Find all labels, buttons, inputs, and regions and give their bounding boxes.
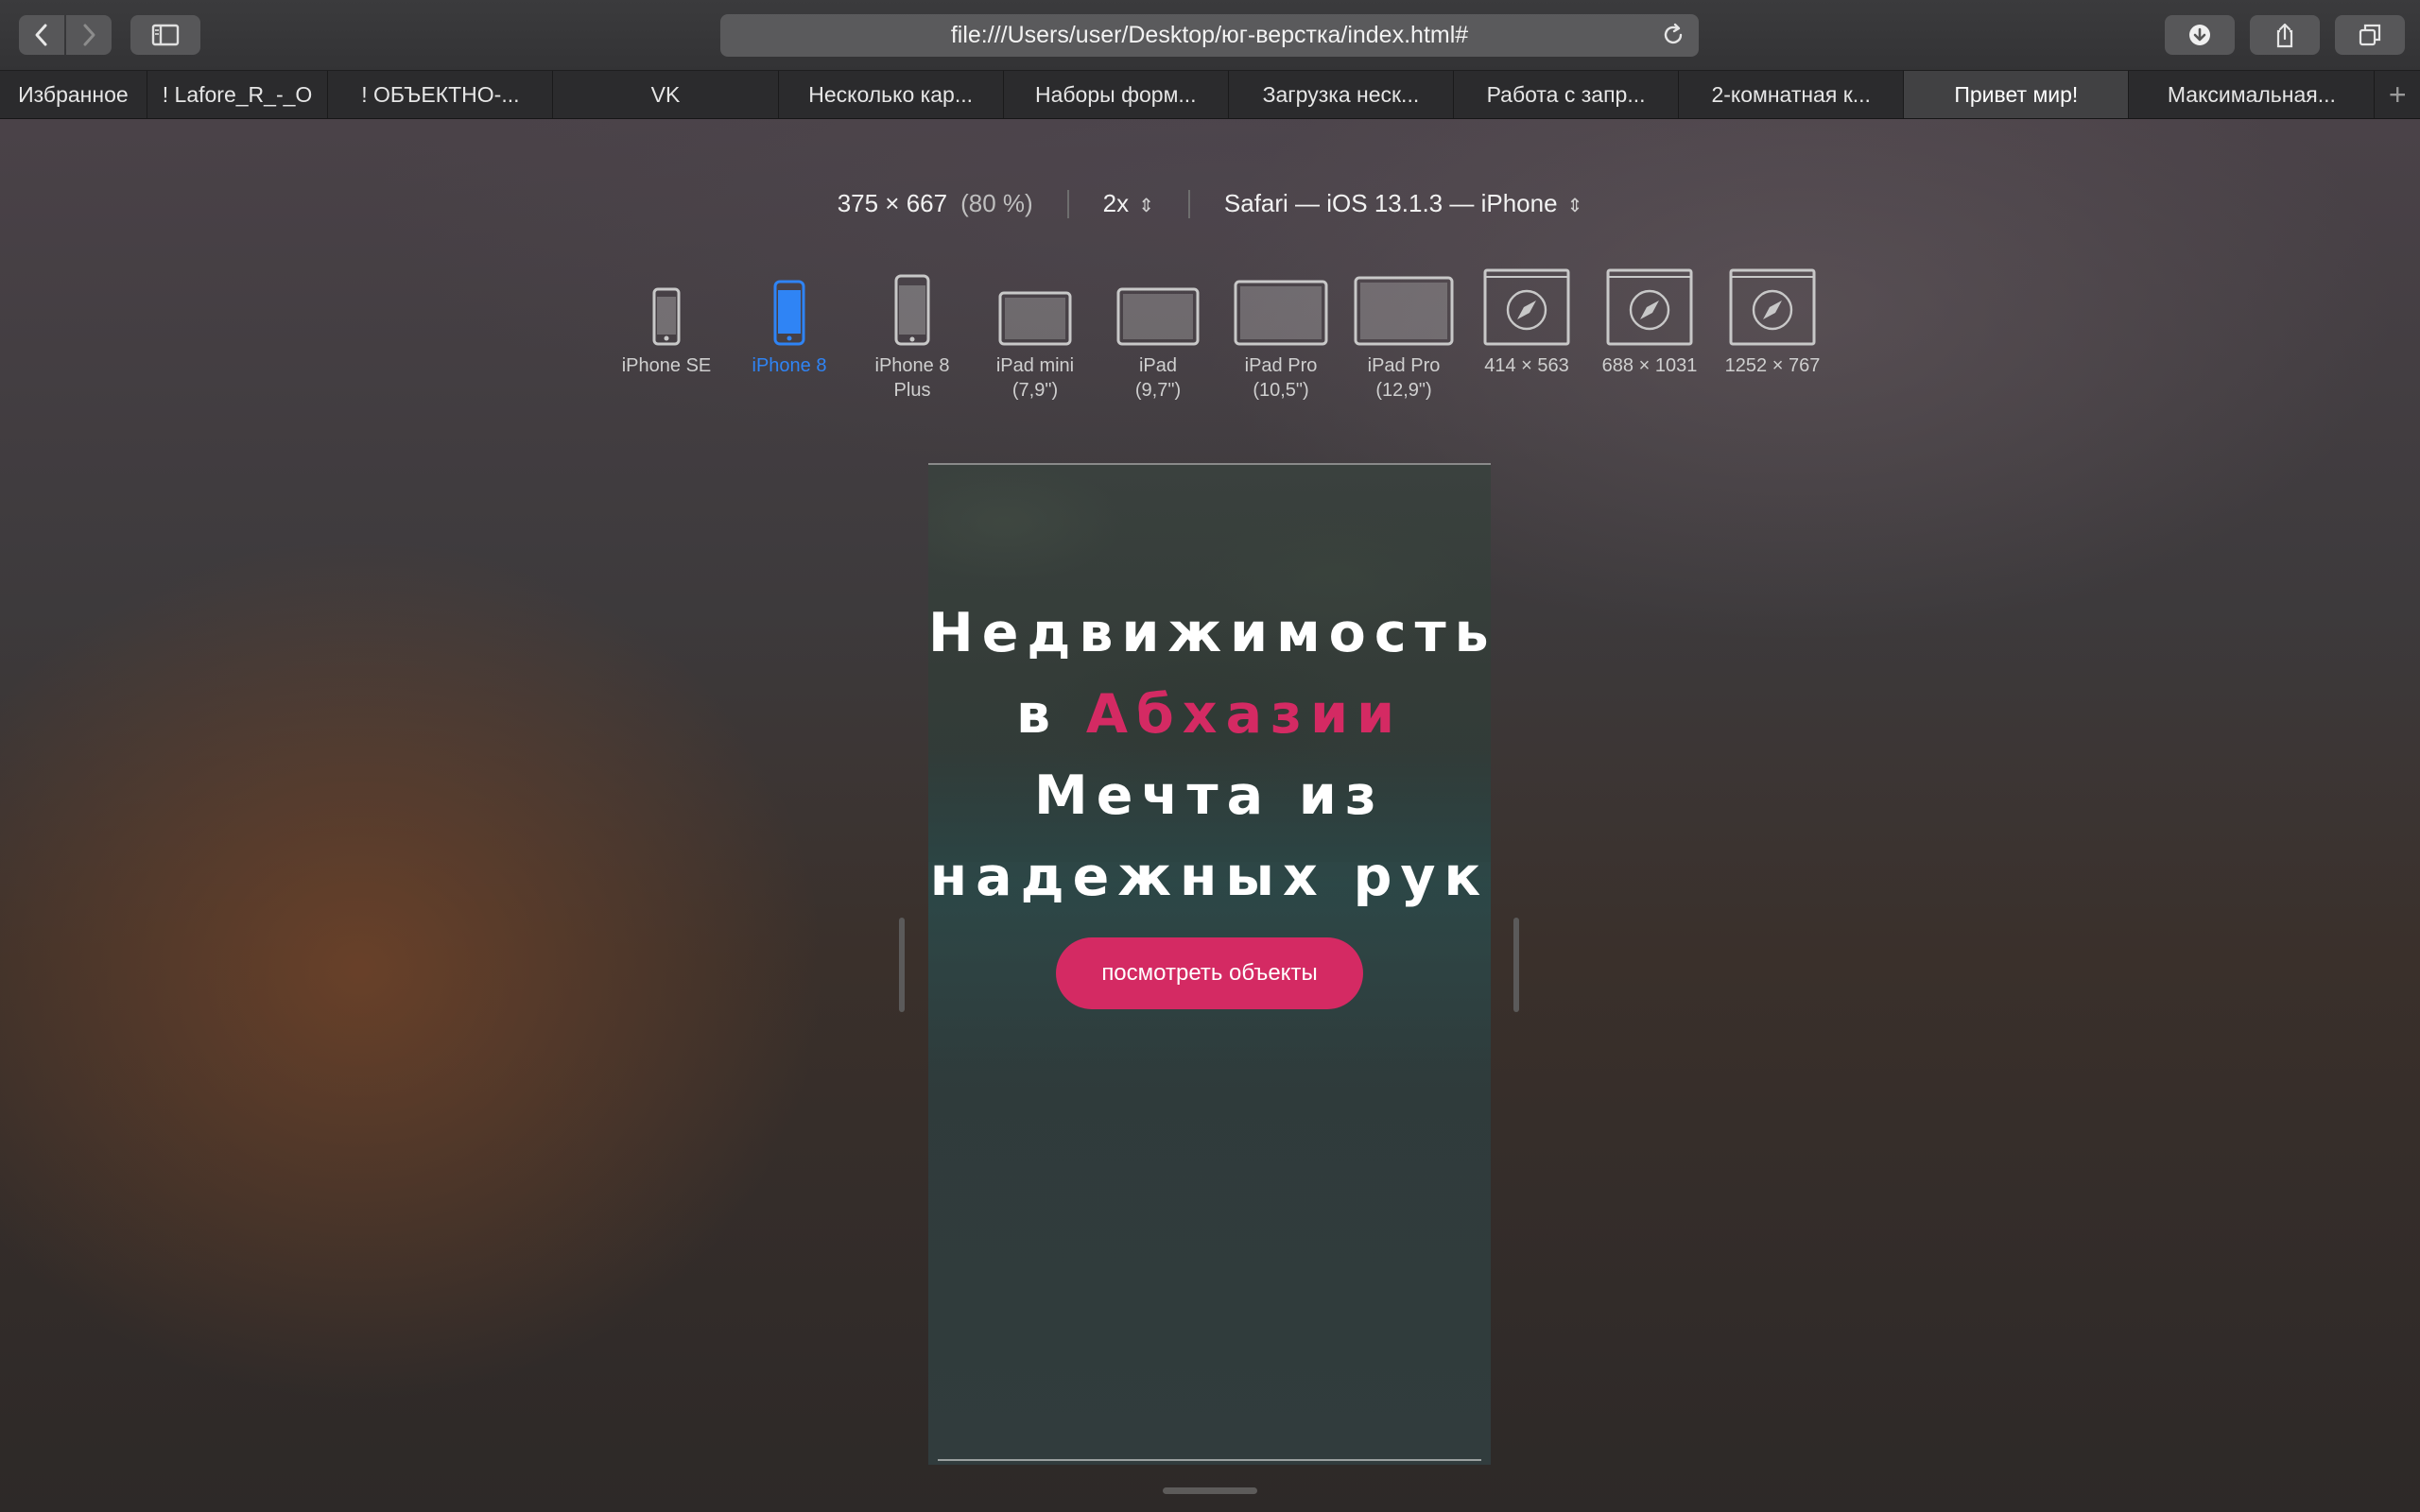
tab-loading-several[interactable]: Загрузка неск... xyxy=(1229,71,1454,118)
tab-vk[interactable]: VK xyxy=(553,71,779,118)
updown-chevron-icon: ⇕ xyxy=(1138,196,1154,216)
new-tab-button[interactable]: + xyxy=(2375,71,2420,118)
download-icon xyxy=(2189,25,2210,45)
viewport-info: 375 × 667 (80 %) 2x ⇕ Safari — iOS 13.1.3… xyxy=(0,189,2420,218)
device-iphone-8-plus[interactable]: iPhone 8 Plus xyxy=(851,270,974,403)
device-window-1252[interactable]: 1252 × 767 xyxy=(1711,268,1834,403)
tab-bar: Избранное ! Lafore_R_-_O ! ОБЪЕКТНО-... … xyxy=(0,71,2420,119)
viewport-size: 375 × 667 xyxy=(837,189,948,217)
tablet-icon xyxy=(1116,287,1200,346)
device-iphone-8[interactable]: iPhone 8 xyxy=(728,270,851,403)
device-ipad[interactable]: iPad (9,7") xyxy=(1097,270,1219,403)
device-ipad-mini[interactable]: iPad mini (7,9") xyxy=(974,270,1097,403)
tab-two-room[interactable]: 2-комнатная к... xyxy=(1679,71,1905,118)
reload-icon[interactable] xyxy=(1661,23,1685,47)
downloads-button[interactable] xyxy=(2165,15,2235,55)
resize-handle-bottom[interactable] xyxy=(1163,1487,1257,1494)
resize-handle-right[interactable] xyxy=(1513,918,1519,1012)
responsive-design-mode: 375 × 667 (80 %) 2x ⇕ Safari — iOS 13.1.3… xyxy=(0,119,2420,1512)
hero-title-accent: Абхазии xyxy=(1085,683,1404,746)
device-label-2: (12,9") xyxy=(1375,380,1432,401)
pixel-ratio-value: 2x xyxy=(1102,189,1130,217)
safari-window-icon xyxy=(1483,268,1570,346)
tab-working-with-requests[interactable]: Работа с запр... xyxy=(1454,71,1680,118)
tab-hello-world[interactable]: Привет мир! xyxy=(1904,71,2130,118)
device-presets: iPhone SE iPhone 8 iPhone 8 Plus iPad min… xyxy=(605,268,1834,403)
tab-object-oriented[interactable]: ! ОБЪЕКТНО-... xyxy=(328,71,554,118)
divider xyxy=(1066,189,1069,218)
hero-title-line-4: надежных рук xyxy=(929,846,1490,908)
browser-toolbar: file:///Users/user/Desktop/юг-верстка/in… xyxy=(0,0,2420,71)
hero-title-prefix: в xyxy=(1015,683,1060,746)
divider xyxy=(1187,189,1190,218)
device-label: iPad mini xyxy=(995,355,1075,376)
tablet-icon xyxy=(1354,276,1454,346)
phone-icon xyxy=(894,274,930,346)
tabs-overview-button[interactable] xyxy=(2335,15,2405,55)
nav-buttons xyxy=(19,15,112,55)
device-label: 1252 × 767 xyxy=(1724,355,1821,376)
device-label: iPhone 8 xyxy=(752,355,827,376)
device-label-2: Plus xyxy=(893,380,931,401)
sidebar-button[interactable] xyxy=(130,15,200,55)
device-ipad-pro-12-9[interactable]: iPad Pro (12,9") xyxy=(1342,270,1465,403)
phone-icon xyxy=(652,287,681,346)
device-window-414[interactable]: 414 × 563 xyxy=(1465,268,1588,403)
viewport-zoom: (80 %) xyxy=(960,189,1033,217)
pixel-ratio-select[interactable]: 2x ⇕ xyxy=(1103,189,1154,218)
device-label: 414 × 563 xyxy=(1484,355,1569,376)
hero-title-line-2: в Абхазии xyxy=(928,674,1491,755)
device-label: 688 × 1031 xyxy=(1601,355,1698,376)
view-listings-button[interactable]: посмотреть объекты xyxy=(1056,937,1363,1009)
tabs-overview-icon xyxy=(2359,24,2381,46)
tab-maximal[interactable]: Максимальная... xyxy=(2129,71,2376,118)
device-window-688[interactable]: 688 × 1031 xyxy=(1588,268,1711,403)
chevron-right-icon xyxy=(83,24,95,46)
tab-lafore[interactable]: ! Lafore_R_-_O xyxy=(147,71,329,118)
sidebar-icon xyxy=(151,24,180,46)
plus-icon: + xyxy=(2388,77,2407,112)
device-viewport: Недвижимость в Абхазии Мечта из надежных… xyxy=(928,463,1491,1465)
address-bar[interactable]: file:///Users/user/Desktop/юг-верстка/in… xyxy=(720,14,1699,57)
back-button[interactable] xyxy=(19,15,64,55)
tab-favorites[interactable]: Избранное xyxy=(0,71,147,118)
user-agent-value: Safari — iOS 13.1.3 — iPhone xyxy=(1223,189,1558,217)
device-iphone-se[interactable]: iPhone SE xyxy=(605,270,728,403)
device-label: iPad xyxy=(1138,355,1177,376)
url-text: file:///Users/user/Desktop/юг-верстка/in… xyxy=(950,22,1469,48)
tab-form-sets[interactable]: Наборы форм... xyxy=(1004,71,1229,118)
share-icon xyxy=(2276,23,2293,48)
safari-window-icon xyxy=(1729,268,1816,346)
device-label: iPhone SE xyxy=(621,355,712,376)
updown-chevron-icon: ⇕ xyxy=(1566,196,1583,216)
user-agent-select[interactable]: Safari — iOS 13.1.3 — iPhone ⇕ xyxy=(1224,189,1582,218)
hero-title-line-3: Мечта из xyxy=(1034,765,1385,827)
tab-several-cards[interactable]: Несколько кар... xyxy=(779,71,1004,118)
share-button[interactable] xyxy=(2250,15,2320,55)
tablet-icon xyxy=(998,291,1072,346)
chevron-left-icon xyxy=(35,24,47,46)
hero-title-line-1: Недвижимость xyxy=(928,602,1491,664)
phone-icon xyxy=(773,280,805,346)
device-label-2: (10,5") xyxy=(1253,380,1309,401)
tablet-icon xyxy=(1234,280,1328,346)
device-label-2: (7,9") xyxy=(1011,380,1059,401)
device-label: iPad Pro xyxy=(1367,355,1441,376)
forward-button[interactable] xyxy=(66,15,112,55)
device-label: iPhone 8 xyxy=(874,355,950,376)
viewport-bottom-edge xyxy=(938,1459,1481,1461)
device-ipad-pro-10-5[interactable]: iPad Pro (10,5") xyxy=(1219,270,1342,403)
safari-window-icon xyxy=(1606,268,1693,346)
hero-title: Недвижимость в Абхазии Мечта из надежных… xyxy=(928,593,1491,918)
device-label: iPad Pro xyxy=(1244,355,1318,376)
resize-handle-left[interactable] xyxy=(899,918,905,1012)
device-label-2: (9,7") xyxy=(1134,380,1182,401)
